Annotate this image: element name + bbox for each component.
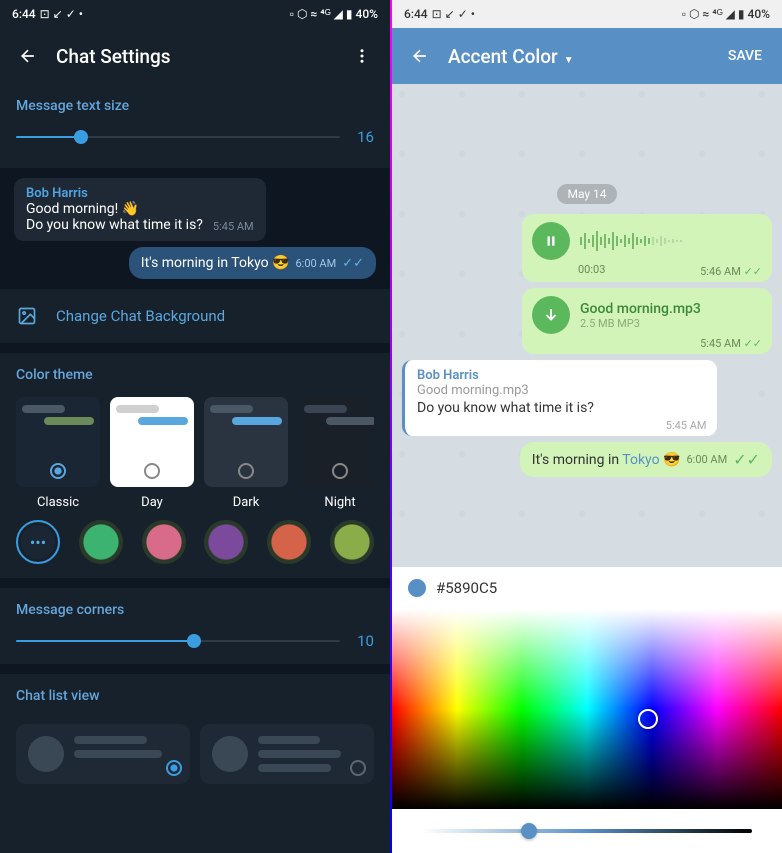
file-name: Good morning.mp3 [580,301,701,317]
chat-list-option-two-line[interactable] [16,724,190,784]
image-icon [16,305,38,327]
chevron-down-icon: ▼ [564,55,574,66]
color-swatch-4[interactable] [267,520,311,564]
color-picker[interactable] [392,609,782,809]
picker-cursor[interactable] [638,709,658,729]
read-check-icon: ✓✓ [733,450,760,469]
battery-icon: ▮ [346,7,353,21]
corners-value: 10 [354,632,374,650]
color-swatch-0[interactable]: ••• [16,520,60,564]
message-time: 6:00 AM [686,453,727,466]
status-time: 6:44 [404,7,428,21]
message-text: Do you know what time it is? [26,217,203,233]
text-size-label: Message text size [16,98,374,114]
chat-preview: May 14 00:03 5:46 AM ✓✓ [392,84,782,567]
status-icons-left: ⊡ ↙ ✓ • [40,7,83,21]
status-icons-left: ⊡ ↙ ✓ • [432,7,475,21]
message-time: 5:45 AM [666,419,707,432]
read-check-icon: ✓✓ [744,337,762,350]
message-time: 5:45 AM [213,220,254,233]
corners-label: Message corners [16,602,374,618]
read-check-icon: ✓✓ [744,265,762,278]
message-time: 5:45 AM [700,337,741,350]
color-swatch-1[interactable] [79,520,123,564]
chat-preview: Bob Harris Good morning! 👋 Do you know w… [0,168,390,289]
voice-duration: 00:03 [578,263,605,276]
color-theme-label: Color theme [16,367,374,383]
lightness-thumb[interactable] [521,823,537,839]
hex-input[interactable] [436,579,766,597]
reply-reference: Good morning.mp3 [417,383,705,398]
change-background-label: Change Chat Background [56,307,225,325]
chat-list-option-three-line[interactable] [200,724,374,784]
page-title: Chat Settings [56,45,342,68]
lightness-slider-row [392,809,782,853]
battery-icon: ▮ [738,7,745,21]
message-text: It's morning in Tokyo 😎 [141,255,290,271]
chat-list-section: Chat list view [0,674,390,724]
toolbar: Chat Settings [0,28,390,84]
status-time: 6:44 [12,7,36,21]
incoming-bubble: Bob Harris Good morning! 👋 Do you know w… [14,178,266,241]
chat-list-label: Chat list view [16,688,374,704]
change-background-button[interactable]: Change Chat Background [0,289,390,343]
sender-name: Bob Harris [417,368,705,383]
message-time: 5:46 AM [700,265,741,278]
radio-icon [350,760,366,776]
color-preview-dot [408,579,426,597]
chat-settings-screen: 6:44 ⊡ ↙ ✓ • ▫ ⬡ ≈ ⁴ᴳ ◢ ▮ 40% Chat Setti… [0,0,390,853]
color-swatch-2[interactable] [142,520,186,564]
theme-classic[interactable]: Classic [16,397,100,510]
message-text: It's morning in Tokyo 😎 [532,452,681,468]
radio-selected-icon [166,760,182,776]
accent-color-dropdown[interactable]: Accent Color▼ [448,45,716,68]
corners-slider[interactable] [16,640,340,642]
text-size-section: Message text size 16 [0,84,390,160]
date-badge: May 14 [557,184,616,204]
toolbar: Accent Color▼ SAVE [392,28,782,84]
overflow-menu-button[interactable] [342,36,382,76]
file-meta: 2.5 MB MP3 [580,317,701,330]
voice-message-bubble: 00:03 5:46 AM ✓✓ [522,214,772,282]
sender-name: Bob Harris [26,186,254,201]
read-check-icon: ✓✓ [342,256,364,271]
theme-night[interactable]: Night [298,397,374,510]
status-bar: 6:44 ⊡ ↙ ✓ • ▫ ⬡ ≈ ⁴ᴳ ◢ ▮ 40% [392,0,782,28]
status-battery: 40% [356,7,378,21]
text-size-slider[interactable] [16,136,340,138]
theme-dark[interactable]: Dark [204,397,288,510]
lightness-slider[interactable] [422,829,752,833]
color-swatch-3[interactable] [204,520,248,564]
hex-input-row [392,567,782,609]
outgoing-bubble: It's morning in Tokyo 😎 6:00 AM ✓✓ [520,442,772,477]
message-time: 6:00 AM [295,257,336,270]
waveform-icon [580,229,730,253]
back-button[interactable] [8,36,48,76]
back-button[interactable] [400,36,440,76]
save-button[interactable]: SAVE [716,48,774,64]
status-battery: 40% [748,7,770,21]
incoming-bubble: Bob Harris Good morning.mp3 Do you know … [402,360,717,436]
message-text: Do you know what time it is? [417,400,705,416]
download-icon[interactable] [532,296,570,334]
color-swatch-5[interactable] [330,520,374,564]
status-icons-right: ▫ ⬡ ≈ ⁴ᴳ ◢ [682,7,735,21]
accent-color-screen: 6:44 ⊡ ↙ ✓ • ▫ ⬡ ≈ ⁴ᴳ ◢ ▮ 40% Accent Col… [392,0,782,853]
file-message-bubble: Good morning.mp3 2.5 MB MP3 5:45 AM ✓✓ [522,288,772,354]
color-theme-section: Color theme Classic Day Dark Night ••• [0,353,390,578]
message-text: Good morning! 👋 [26,201,254,217]
text-size-value: 16 [354,128,374,146]
pause-button[interactable] [532,222,570,260]
status-icons-right: ▫ ⬡ ≈ ⁴ᴳ ◢ [290,7,343,21]
corners-section: Message corners 10 [0,588,390,664]
status-bar: 6:44 ⊡ ↙ ✓ • ▫ ⬡ ≈ ⁴ᴳ ◢ ▮ 40% [0,0,390,28]
theme-day[interactable]: Day [110,397,194,510]
outgoing-bubble: It's morning in Tokyo 😎 6:00 AM ✓✓ [129,247,376,279]
